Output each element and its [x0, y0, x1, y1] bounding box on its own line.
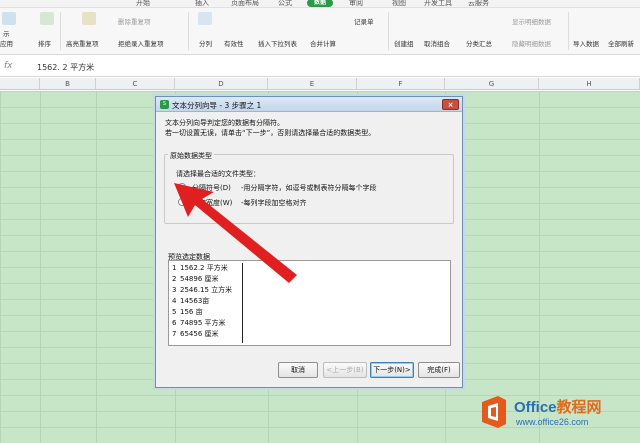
tab-developer[interactable]: 开发工具: [424, 0, 452, 8]
previous-step-button[interactable]: <上一步(B): [323, 362, 367, 378]
tab-page-layout[interactable]: 页面布局: [231, 0, 259, 8]
divider: [388, 12, 389, 50]
app-icon: S: [160, 100, 169, 109]
ungroup-button[interactable]: 取消组合: [424, 38, 450, 48]
tab-formula[interactable]: 公式: [278, 0, 292, 8]
record-sheet-button[interactable]: 记录单: [354, 16, 374, 26]
delimited-description: -用分隔字符，如逗号或制表符分隔每个字段: [241, 184, 377, 192]
delete-duplicates-button[interactable]: 删除重复项: [118, 16, 151, 26]
insert-dropdown-button[interactable]: 插入下拉列表: [258, 38, 297, 48]
preview-row: 1 1562.2 平方米: [172, 264, 228, 272]
import-data-button[interactable]: 导入数据: [573, 38, 599, 48]
highlight-duplicates-icon: [82, 12, 96, 25]
formula-input[interactable]: 1562. 2 平方米: [37, 62, 94, 73]
divider: [60, 12, 61, 50]
reject-duplicates-button[interactable]: 拒绝录入重复项: [118, 38, 164, 48]
column-header-b[interactable]: B: [40, 78, 96, 90]
formula-bar: fx 1562. 2 平方米: [0, 57, 640, 77]
fx-icon[interactable]: fx: [4, 61, 13, 71]
grid-line: [96, 91, 97, 443]
preview-row: 5 156 亩: [172, 308, 203, 316]
preview-row: 7 65456 厘米: [172, 330, 219, 338]
close-button[interactable]: ×: [442, 99, 459, 110]
validity-button[interactable]: 有效性: [224, 38, 244, 48]
split-button[interactable]: 分列: [199, 38, 212, 48]
fixed-width-label[interactable]: 固定宽度(W): [192, 198, 232, 208]
hide-detail-button[interactable]: 隐藏明细数据: [512, 38, 551, 48]
refresh-all-button[interactable]: 全部刷新: [608, 38, 634, 48]
finish-button[interactable]: 完成(F): [418, 362, 460, 378]
fixed-width-radio[interactable]: [178, 198, 186, 206]
column-header-h[interactable]: H: [539, 78, 640, 90]
corner-cell[interactable]: [0, 78, 40, 90]
watermark: Office教程网 www.office26.com: [478, 388, 638, 440]
preview-row: 4 14563亩: [172, 297, 210, 305]
tab-review[interactable]: 审阅: [349, 0, 363, 8]
preview-row: 3 2546.15 立方米: [172, 286, 233, 294]
column-header-c[interactable]: C: [96, 78, 175, 90]
highlight-duplicates-button[interactable]: 高亮重复项: [66, 38, 99, 48]
fixed-width-description: -每列字段加空格对齐: [241, 199, 307, 207]
sort-button[interactable]: 排序: [38, 38, 51, 48]
watermark-brand: Office教程网: [514, 399, 602, 416]
preview-divider: [242, 263, 243, 343]
show-detail-button[interactable]: 显示明细数据: [512, 16, 551, 26]
preview-row: 6 74895 平方米: [172, 319, 226, 327]
grid-line: [40, 91, 41, 443]
dialog-description-2: 若一切设置无误，请单击“下一步”，否则请选择最合适的数据类型。: [165, 129, 376, 137]
ribbon-label-col1a: 示: [3, 30, 10, 38]
cancel-button[interactable]: 取消: [278, 362, 318, 378]
filter-icon: [2, 12, 16, 25]
ribbon-tab-bar: 开始 插入 页面布局 公式 数据 审阅 视图 开发工具 云服务: [0, 0, 640, 8]
divider: [568, 12, 569, 50]
watermark-url: www.office26.com: [516, 417, 589, 427]
merge-calc-button[interactable]: 合并计算: [310, 38, 336, 48]
column-header-g[interactable]: G: [445, 78, 539, 90]
sort-icon: [40, 12, 54, 25]
create-group-button[interactable]: 创建组: [394, 38, 414, 48]
delimited-radio[interactable]: [178, 183, 186, 191]
tab-data[interactable]: 数据: [307, 0, 334, 7]
dialog-description-1: 文本分列向导判定您的数据有分隔符。: [165, 119, 284, 127]
tab-cloud[interactable]: 云服务: [468, 0, 489, 8]
ribbon-label-col1b[interactable]: 应用: [0, 38, 13, 48]
tab-start[interactable]: 开始: [136, 0, 150, 8]
dialog-title-bar[interactable]: S 文本分列向导 - 3 步骤之 1 ×: [156, 97, 462, 112]
column-header-f[interactable]: F: [357, 78, 445, 90]
split-columns-icon: [198, 12, 212, 25]
column-header-bar: B C D E F G H: [0, 78, 640, 90]
next-step-button[interactable]: 下一步(N)>: [370, 362, 414, 378]
subtotal-button[interactable]: 分类汇总: [466, 38, 492, 48]
dialog-title: 文本分列向导 - 3 步骤之 1: [172, 101, 262, 110]
data-preview[interactable]: 1 1562.2 平方米 2 54896 厘米 3 2546.15 立方米 4 1456…: [168, 260, 451, 346]
office-logo-icon: [482, 396, 506, 428]
tab-view[interactable]: 视图: [392, 0, 406, 8]
ribbon: 示 应用 排序 高亮重复项 删除重复项 拒绝录入重复项 分列 有效性 插入下拉列…: [0, 8, 640, 55]
tab-insert[interactable]: 插入: [195, 0, 209, 8]
file-type-prompt: 请选择最合适的文件类型：: [176, 170, 260, 178]
text-split-wizard-dialog: S 文本分列向导 - 3 步骤之 1 × 文本分列向导判定您的数据有分隔符。 若…: [155, 96, 463, 388]
delimited-label[interactable]: 分隔符号(D): [192, 183, 231, 193]
column-header-d[interactable]: D: [175, 78, 268, 90]
divider: [188, 12, 189, 50]
column-header-e[interactable]: E: [268, 78, 357, 90]
preview-row: 2 54896 厘米: [172, 275, 219, 283]
group-title: 原始数据类型: [168, 151, 214, 161]
